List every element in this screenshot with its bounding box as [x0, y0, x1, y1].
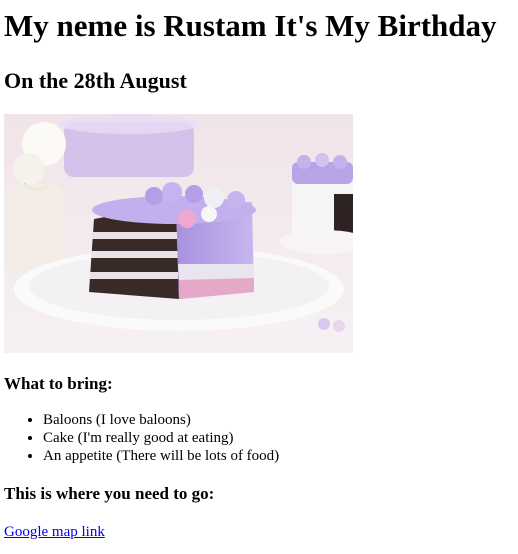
what-to-bring-heading: What to bring: [4, 374, 113, 393]
page-body: My neme is Rustam It's My Birthday On th… [0, 8, 518, 541]
google-map-link[interactable]: Google map link [4, 524, 105, 541]
cake-image [4, 114, 353, 353]
date-heading: On the 28th August [4, 68, 187, 93]
list-item: An appetite (There will be lots of food) [43, 447, 514, 465]
bring-list: Baloons (I love baloons) Cake (I'm reall… [4, 411, 514, 465]
page-title: My neme is Rustam It's My Birthday [4, 8, 497, 43]
directions-heading: This is where you need to go: [4, 484, 215, 503]
list-item: Baloons (I love baloons) [43, 411, 514, 429]
list-item: Cake (I'm really good at eating) [43, 429, 514, 447]
